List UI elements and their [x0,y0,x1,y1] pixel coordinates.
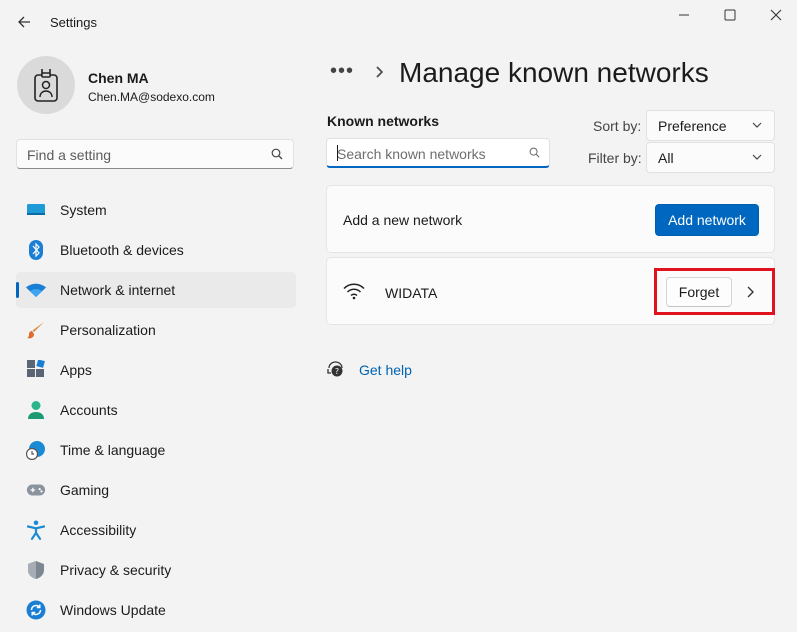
back-button[interactable] [12,10,36,34]
find-setting-input[interactable]: Find a setting [16,139,294,169]
help-chat-icon: ? [327,361,343,377]
wifi-signal-icon [343,283,365,300]
highlight-box [654,268,775,315]
active-indicator [16,282,19,298]
sidebar-item-network[interactable]: Network & internet [16,272,296,308]
search-known-networks-placeholder: Search known networks [337,146,486,162]
sidebar-item-personalization[interactable]: Personalization [16,312,296,348]
chevron-down-icon [752,122,762,128]
search-icon [529,147,540,158]
sort-by-label: Sort by: [593,118,642,134]
bluetooth-icon [26,240,46,260]
user-email: Chen.MA@sodexo.com [88,90,215,104]
sidebar-item-label: Accounts [60,402,118,418]
sidebar-item-label: Network & internet [60,282,176,298]
badge-person-icon [34,69,58,102]
sort-by-value: Preference [658,118,727,134]
add-network-button[interactable]: Add network [655,204,759,236]
sidebar-item-bluetooth[interactable]: Bluetooth & devices [16,232,296,268]
sidebar-nav: System Bluetooth & devices Network & int… [16,192,296,632]
text-cursor [337,145,338,161]
maximize-icon [724,9,736,21]
chevron-right-icon [376,66,384,78]
sidebar-item-accounts[interactable]: Accounts [16,392,296,428]
maximize-button[interactable] [707,0,753,30]
globe-clock-icon [26,441,46,460]
svg-text:?: ? [335,367,339,376]
sidebar-item-label: Personalization [60,322,156,338]
sidebar-item-apps[interactable]: Apps [16,352,296,388]
find-setting-placeholder: Find a setting [27,147,112,163]
back-arrow-icon [18,16,30,28]
sidebar-item-label: System [60,202,107,218]
add-network-label: Add a new network [343,212,463,228]
person-icon [26,401,46,419]
user-name: Chen MA [88,70,149,86]
sort-by-dropdown[interactable]: Preference [646,110,775,141]
sidebar-item-time-language[interactable]: Time & language [16,432,296,468]
sidebar-item-label: Time & language [60,442,166,458]
known-networks-heading: Known networks [327,113,440,129]
sidebar-item-label: Gaming [60,482,110,498]
close-icon [770,9,782,21]
apps-icon [26,360,46,379]
filter-by-value: All [658,150,674,166]
gamepad-icon [26,481,46,499]
sidebar-item-label: Apps [60,362,92,378]
update-icon [26,600,46,620]
accessibility-icon [26,520,46,540]
add-network-card: Add a new network Add network [326,185,775,253]
sidebar-item-system[interactable]: System [16,192,296,228]
sidebar-item-label: Bluetooth & devices [60,242,184,258]
sidebar-item-label: Privacy & security [60,562,172,578]
sidebar-item-label: Windows Update [60,602,166,618]
brush-icon [26,321,46,339]
sidebar-item-privacy-security[interactable]: Privacy & security [16,552,296,588]
minimize-button[interactable] [661,0,707,30]
sidebar-item-accessibility[interactable]: Accessibility [16,512,296,548]
breadcrumb-more-button[interactable]: ••• [330,60,354,83]
sidebar-item-label: Accessibility [60,522,137,538]
minimize-icon [679,14,689,16]
page-title: Manage known networks [399,57,709,88]
search-icon [271,148,283,160]
chevron-down-icon [752,154,762,160]
search-known-networks-input[interactable]: Search known networks [326,138,550,168]
get-help-link[interactable]: Get help [359,362,412,378]
sidebar-item-windows-update[interactable]: Windows Update [16,592,296,628]
monitor-icon [26,201,46,219]
wifi-icon [26,281,46,299]
network-ssid: WIDATA [385,285,438,301]
app-title: Settings [50,15,97,30]
filter-by-label: Filter by: [588,150,642,166]
avatar[interactable] [17,56,75,114]
close-button[interactable] [753,0,797,30]
filter-by-dropdown[interactable]: All [646,142,775,173]
sidebar-item-gaming[interactable]: Gaming [16,472,296,508]
title-bar: Settings [0,0,797,44]
shield-icon [26,561,46,579]
